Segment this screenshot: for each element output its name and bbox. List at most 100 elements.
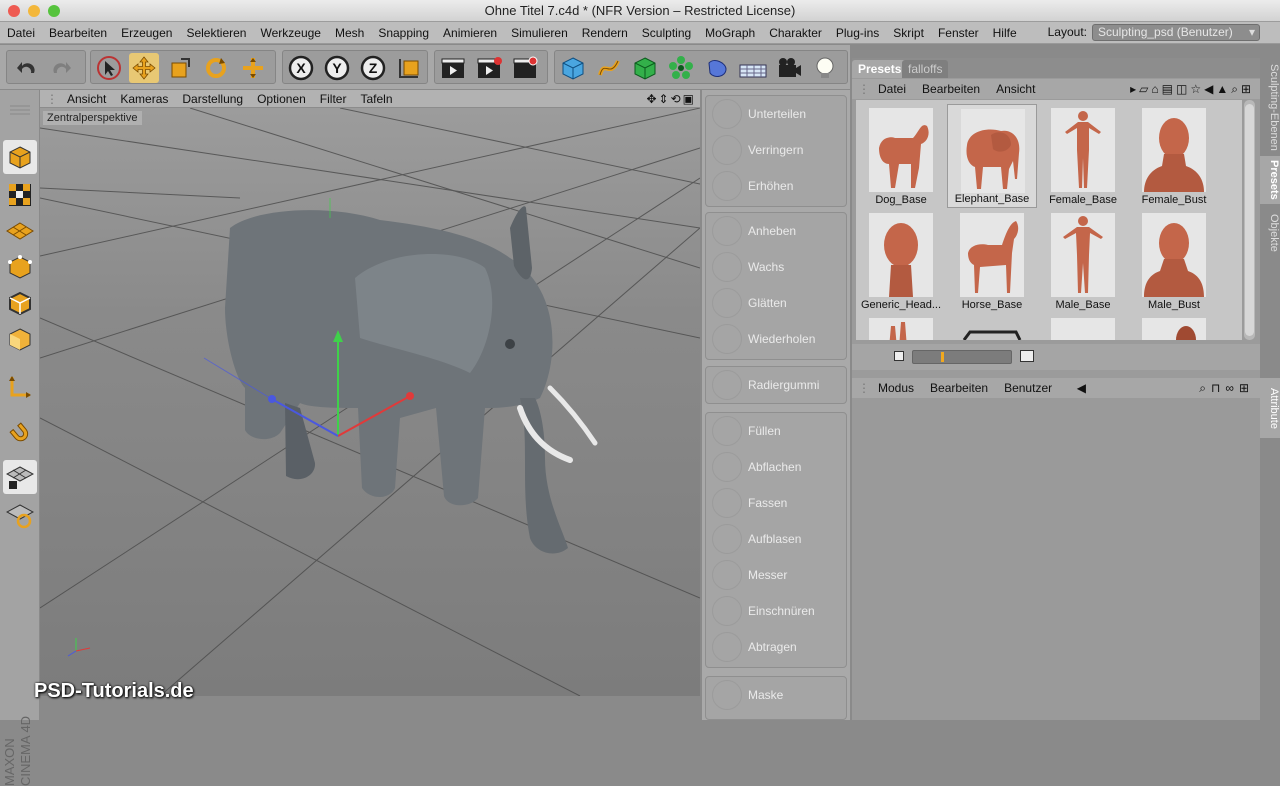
side-tab-sculpting-ebenen[interactable]: Sculpting-Ebenen bbox=[1260, 60, 1280, 154]
brush-fassen[interactable]: Fassen bbox=[706, 485, 848, 521]
x-axis-lock-button[interactable]: X bbox=[286, 53, 316, 83]
brush-unterteilen[interactable]: Unterteilen bbox=[706, 96, 848, 132]
preset-partial-1[interactable] bbox=[856, 314, 946, 340]
viewport-menu-ansicht[interactable]: Ansicht bbox=[60, 92, 113, 106]
brush-einschnueren[interactable]: Einschnüren bbox=[706, 593, 848, 629]
back-icon[interactable]: ◀ bbox=[1204, 82, 1216, 96]
attributes-menu-bearbeiten[interactable]: Bearbeiten bbox=[922, 381, 996, 395]
select-tool-button[interactable] bbox=[94, 53, 124, 83]
brush-glaetten[interactable]: Glätten bbox=[706, 285, 848, 321]
side-tab-attribute[interactable]: Attribute bbox=[1260, 378, 1280, 438]
menu-bearbeiten[interactable]: Bearbeiten bbox=[42, 26, 114, 40]
move-view-icon[interactable]: ✥ bbox=[646, 92, 658, 106]
brush-erhoehen[interactable]: Erhöhen bbox=[706, 168, 848, 204]
preset-male-base[interactable]: Male_Base bbox=[1038, 209, 1128, 313]
tab-falloffs[interactable]: falloffs bbox=[902, 60, 949, 78]
brush-verringern[interactable]: Verringern bbox=[706, 132, 848, 168]
render-view-button[interactable] bbox=[438, 53, 468, 83]
home-icon[interactable]: ⌂ bbox=[1151, 82, 1161, 96]
workplane-mode-button[interactable] bbox=[3, 214, 37, 248]
slider-thumb[interactable] bbox=[941, 352, 944, 362]
deformer-button[interactable] bbox=[702, 53, 732, 83]
menu-skript[interactable]: Skript bbox=[886, 26, 931, 40]
presets-menu-datei[interactable]: Datei bbox=[870, 82, 914, 96]
brush-radiergummi[interactable]: Radiergummi bbox=[706, 367, 848, 403]
preset-female-bust[interactable]: Female_Bust bbox=[1129, 104, 1219, 208]
menu-plugins[interactable]: Plug-ins bbox=[829, 26, 886, 40]
folder-icon[interactable]: ▱ bbox=[1139, 82, 1151, 96]
presets-menu-bearbeiten[interactable]: Bearbeiten bbox=[914, 82, 988, 96]
preset-elephant-base[interactable]: Elephant_Base bbox=[947, 104, 1037, 208]
workplane-rotate-button[interactable] bbox=[3, 498, 37, 532]
brush-fuellen[interactable]: Füllen bbox=[706, 413, 848, 449]
book-icon[interactable]: ◫ bbox=[1176, 82, 1190, 96]
menu-hilfe[interactable]: Hilfe bbox=[986, 26, 1024, 40]
viewport-menu-filter[interactable]: Filter bbox=[313, 92, 354, 106]
zoom-window-button[interactable] bbox=[48, 5, 60, 17]
lock-icon[interactable]: ⊓ bbox=[1211, 381, 1225, 395]
edges-mode-button[interactable] bbox=[3, 286, 37, 320]
brush-abtragen[interactable]: Abtragen bbox=[706, 629, 848, 665]
viewport-menu-optionen[interactable]: Optionen bbox=[250, 92, 313, 106]
close-window-button[interactable] bbox=[8, 5, 20, 17]
move-tool-button[interactable] bbox=[129, 53, 159, 83]
texture-mode-button[interactable] bbox=[3, 178, 37, 212]
attributes-menu-benutzer[interactable]: Benutzer bbox=[996, 381, 1060, 395]
brush-messer[interactable]: Messer bbox=[706, 557, 848, 593]
preset-female-base[interactable]: Female_Base bbox=[1038, 104, 1128, 208]
undo-button[interactable] bbox=[12, 53, 42, 83]
search-icon[interactable]: ⌕ bbox=[1199, 381, 1211, 395]
new-panel-icon[interactable]: ⊞ bbox=[1239, 381, 1254, 395]
3d-viewport[interactable]: Zentralperspektive bbox=[40, 108, 700, 696]
preset-partial-4[interactable] bbox=[1129, 314, 1219, 340]
preset-scrollbar-thumb[interactable] bbox=[1245, 104, 1254, 336]
menu-snapping[interactable]: Snapping bbox=[371, 26, 436, 40]
z-axis-lock-button[interactable]: Z bbox=[358, 53, 388, 83]
attributes-menu-modus[interactable]: Modus bbox=[870, 381, 922, 395]
menu-simulieren[interactable]: Simulieren bbox=[504, 26, 575, 40]
presets-menu-ansicht[interactable]: Ansicht bbox=[988, 82, 1043, 96]
model-mode-button[interactable] bbox=[3, 140, 37, 174]
tab-presets[interactable]: Presets bbox=[852, 60, 908, 78]
thumbnail-size-slider[interactable] bbox=[912, 350, 1012, 364]
cube-object-button[interactable] bbox=[558, 53, 588, 83]
brush-maske[interactable]: Maske bbox=[706, 677, 848, 713]
side-tab-presets[interactable]: Presets bbox=[1260, 156, 1280, 204]
menu-datei[interactable]: Datei bbox=[0, 26, 42, 40]
viewport-menu-tafeln[interactable]: Tafeln bbox=[353, 92, 399, 106]
menu-mesh[interactable]: Mesh bbox=[328, 26, 371, 40]
scale-tool-button[interactable] bbox=[165, 53, 195, 83]
light-object-button[interactable] bbox=[810, 53, 840, 83]
preset-generic-head[interactable]: Generic_Head... bbox=[856, 209, 946, 313]
back-icon[interactable]: ◀ bbox=[1077, 381, 1091, 395]
menu-fenster[interactable]: Fenster bbox=[931, 26, 986, 40]
maximize-view-icon[interactable]: ▣ bbox=[683, 92, 696, 106]
menu-selektieren[interactable]: Selektieren bbox=[179, 26, 253, 40]
brush-abflachen[interactable]: Abflachen bbox=[706, 449, 848, 485]
star-icon[interactable]: ☆ bbox=[1190, 82, 1204, 96]
up-icon[interactable]: ▲ bbox=[1216, 82, 1231, 96]
live-selection-button[interactable] bbox=[238, 53, 268, 83]
viewport-menu-darstellung[interactable]: Darstellung bbox=[175, 92, 250, 106]
magnet-snap-button[interactable] bbox=[3, 416, 37, 450]
floor-object-button[interactable] bbox=[738, 53, 768, 83]
link-icon[interactable]: ∞ bbox=[1225, 381, 1239, 395]
workplane-lock-button[interactable] bbox=[3, 460, 37, 494]
render-picture-viewer-button[interactable] bbox=[474, 53, 504, 83]
preset-partial-2[interactable] bbox=[947, 314, 1037, 340]
menu-charakter[interactable]: Charakter bbox=[762, 26, 829, 40]
palette-handle[interactable] bbox=[3, 100, 37, 120]
brush-aufblasen[interactable]: Aufblasen bbox=[706, 521, 848, 557]
large-thumbnails-icon[interactable] bbox=[1020, 350, 1034, 362]
menu-mograph[interactable]: MoGraph bbox=[698, 26, 762, 40]
redo-button[interactable] bbox=[46, 53, 76, 83]
expand-arrow-icon[interactable]: ▸ bbox=[1130, 82, 1139, 96]
camera-object-button[interactable] bbox=[774, 53, 804, 83]
coordinate-system-button[interactable] bbox=[394, 53, 424, 83]
axis-mode-button[interactable] bbox=[3, 370, 37, 404]
search-icon[interactable]: ⌕ bbox=[1231, 82, 1241, 96]
side-tab-objekte[interactable]: Objekte bbox=[1260, 206, 1280, 260]
rotate-view-icon[interactable]: ⟲ bbox=[671, 92, 683, 106]
rotate-tool-button[interactable] bbox=[201, 53, 231, 83]
minimize-window-button[interactable] bbox=[28, 5, 40, 17]
